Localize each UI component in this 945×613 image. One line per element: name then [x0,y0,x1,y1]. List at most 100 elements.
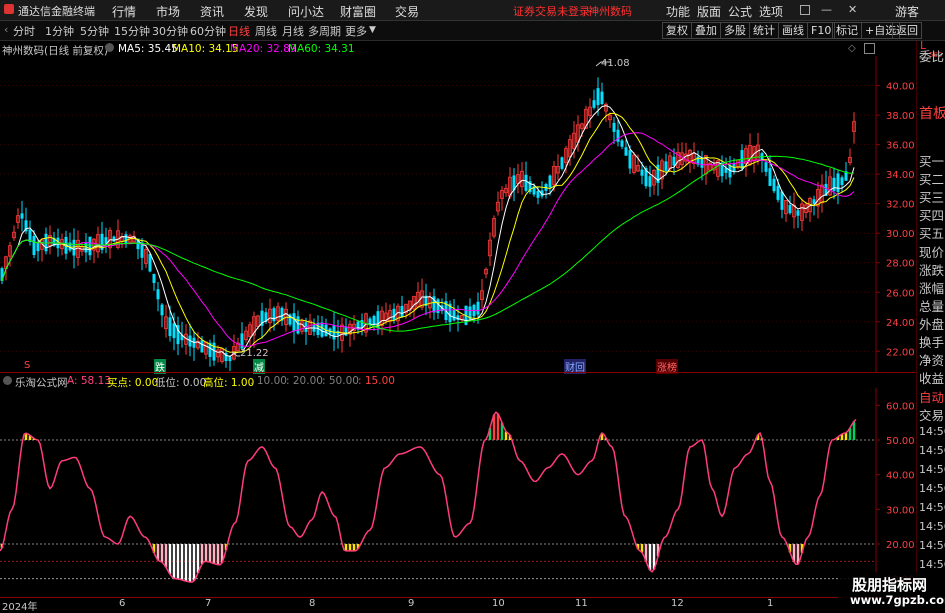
maximize-panel-icon[interactable] [864,43,875,54]
candle-body [640,169,644,176]
rp-trade[interactable]: 交易 [919,405,944,424]
title-bar: 通达信金融终端 行情 市场 资讯 发现 问小达 财富圈 交易 证券交易未登录 神… [0,0,945,21]
ma60-line [1,155,855,332]
candle-body [780,191,784,210]
candle-body [32,236,36,255]
menu-jiaoyi[interactable]: 交易 [395,3,419,20]
huaxian-button[interactable]: 画线 [778,22,808,39]
settings-icon[interactable] [105,43,114,52]
menu-banmian[interactable]: 版面 [697,3,721,20]
ind-y-tick-label: 20.00 [886,540,915,551]
ma20-label: MA20: 32.89 [230,43,297,55]
menu-wenxiaoda[interactable]: 问小达 [288,3,324,20]
candle-body [612,122,616,132]
candle-body [664,161,668,171]
candle-body [776,185,780,200]
rp-buy3: 买三 [919,190,945,205]
x-label-12: 12 [671,598,684,609]
x-label-1: 1 [767,598,774,609]
candle-body [628,150,632,169]
diejia-button[interactable]: 叠加 [691,22,721,39]
y-tick-label: 24.00 [886,318,915,329]
tongji-button[interactable]: 统计 [749,22,779,39]
candle-body [156,289,160,300]
period-1min[interactable]: 1分钟 [45,23,74,39]
candle-body [292,313,296,332]
menu-zixun[interactable]: 资讯 [200,3,224,20]
candle-body [536,190,540,198]
period-more[interactable]: 更多 [345,23,367,39]
quote-panel: L 500 委比 首板 买一 买二 买三 买四 买五 现价 涨跌 涨幅 总量 外… [916,39,945,609]
candle-body [124,234,128,244]
y-tick-label: 28.00 [886,259,915,270]
period-15min[interactable]: 15分钟 [114,23,150,39]
chevron-down-icon[interactable]: ▼ [369,25,376,35]
menu-shichang[interactable]: 市场 [156,3,180,20]
candle-body [836,173,840,193]
x-label-7: 7 [205,598,212,609]
rp-change: 涨跌 [919,263,945,278]
kline-chart[interactable]: 40.00 38.00 36.00 34.00 32.00 30.00 28.00 26.00… [0,56,915,372]
indicator-settings-icon[interactable] [3,376,12,385]
period-multi[interactable]: 多周期 [308,23,341,39]
period-60min[interactable]: 60分钟 [190,23,226,39]
y-tick-label: 26.00 [886,288,915,299]
candle-body [392,308,396,321]
period-30min[interactable]: 30分钟 [152,23,188,39]
oscillator-line [0,411,857,583]
candle-body [832,177,836,191]
skin-icon[interactable] [800,5,810,15]
candle-body [600,91,604,105]
duogu-button[interactable]: 多股 [720,22,750,39]
candle-body [168,317,172,337]
candle-body [160,304,164,316]
login-warning[interactable]: 证券交易未登录 [513,3,590,19]
menu-hangqing[interactable]: 行情 [112,3,136,20]
candle-body [548,175,552,188]
candle-body [476,301,480,315]
period-weekly[interactable]: 周线 [255,23,277,39]
menu-gongneng[interactable]: 功能 [666,3,690,20]
close-icon[interactable]: ✕ [848,3,857,16]
rp-buy1: 买一 [919,154,945,169]
candle-body [20,213,24,219]
menu-faxian[interactable]: 发现 [244,3,268,20]
rp-time-8: 14:56 [919,558,945,571]
x-label-9: 9 [408,598,415,609]
candle-body [400,305,404,318]
candle-body [172,323,176,339]
guest-label[interactable]: 游客 [895,3,919,20]
period-fenshi[interactable]: 分时 [13,23,35,39]
menu-xuanxiang[interactable]: 选项 [759,3,783,20]
rp-outer: 外盘 [919,317,945,332]
chevron-left-icon[interactable]: ‹ [4,23,8,36]
indicator-chart[interactable]: 60.0050.0040.0030.0020.0010.00 [0,388,915,596]
rp-netasset: 净资 [919,353,945,368]
candle-body [796,210,800,216]
candle-body [72,239,76,256]
minimize-icon[interactable]: — [821,3,832,16]
diamond-icon[interactable]: ◇ [848,43,856,54]
rp-price: 现价 [919,245,945,260]
indicator-level-15: : 15.00 [358,375,395,387]
ma5-line [1,105,855,357]
candle-body [648,176,652,187]
rp-auto[interactable]: 自动 [919,387,944,406]
stock-name-title: 神州数码 [588,5,632,18]
menu-caifuquan[interactable]: 财富圈 [340,3,376,20]
period-monthly[interactable]: 月线 [282,23,304,39]
period-daily[interactable]: 日线 [228,23,250,39]
back-button[interactable]: 返回 [892,22,922,39]
rp-shouban[interactable]: 首板 [919,103,945,123]
watermark-url: www.7gpzb.com [850,593,945,607]
fuquan-button[interactable]: 复权 [662,22,692,39]
candle-body [620,140,624,147]
y-tick-label: 22.00 [886,347,915,358]
ind-y-tick-label: 30.00 [886,505,915,516]
ma5-label: MA5: 35.45 [118,43,178,55]
menu-gongshi[interactable]: 公式 [728,3,752,20]
y-tick-label: 34.00 [886,170,915,181]
ma10-label: MA10: 34.15 [172,43,239,55]
biaoji-button[interactable]: 标记 [832,22,862,39]
period-5min[interactable]: 5分钟 [80,23,109,39]
